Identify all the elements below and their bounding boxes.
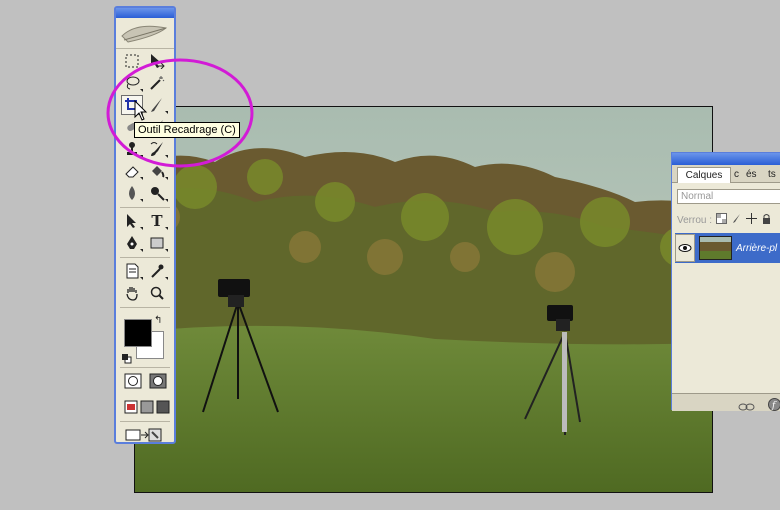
shape-tool[interactable]	[146, 233, 168, 253]
link-layers-icon[interactable]	[738, 397, 756, 416]
toolbox: T ↰	[114, 6, 176, 444]
layer-name: Arrière-pl	[736, 242, 778, 254]
layer-style-icon[interactable]: f	[768, 396, 780, 415]
full-screen-mode-icon[interactable]	[152, 397, 174, 417]
layers-panel-tabs: Calques c és ts	[672, 165, 780, 183]
layers-panel-title-bar[interactable]	[672, 153, 780, 165]
zoom-tool[interactable]	[146, 283, 168, 303]
lock-pixels-icon[interactable]	[731, 213, 742, 227]
lasso-tool[interactable]	[121, 73, 143, 93]
blur-tool[interactable]	[121, 183, 143, 203]
eye-icon[interactable]	[675, 234, 695, 262]
magic-wand-tool[interactable]	[146, 73, 168, 93]
type-tool-glyph: T	[151, 212, 163, 230]
document-canvas[interactable]	[134, 106, 713, 493]
jump-to-imageready-icon[interactable]	[122, 425, 166, 445]
layers-panel-footer: f	[672, 393, 780, 411]
lock-position-icon[interactable]	[746, 213, 758, 227]
hand-tool[interactable]	[121, 283, 143, 303]
layers-panel: Calques c és ts Normal Verrou : Arrière-…	[671, 152, 780, 411]
tool-separator	[120, 257, 170, 258]
feather-logo[interactable]	[116, 18, 174, 49]
eraser-tool[interactable]	[121, 161, 143, 181]
paint-bucket-tool[interactable]	[146, 161, 168, 181]
clone-stamp-tool[interactable]	[121, 139, 143, 159]
pen-tool[interactable]	[121, 233, 143, 253]
quick-mask-mode-icon[interactable]	[147, 371, 169, 391]
crop-tool-tooltip: Outil Recadrage (C)	[134, 122, 240, 138]
eyedropper-tool[interactable]	[146, 261, 168, 281]
notes-tool[interactable]	[121, 261, 143, 281]
swap-colors-icon[interactable]: ↰	[154, 315, 162, 326]
tool-separator	[120, 307, 170, 308]
tab-channels[interactable]: c	[734, 167, 739, 182]
tab-layers[interactable]: Calques	[677, 167, 731, 183]
tool-separator	[120, 207, 170, 208]
history-brush-tool[interactable]	[146, 139, 168, 159]
tab-paths[interactable]: ts	[768, 167, 776, 182]
lock-row: Verrou :	[677, 213, 772, 227]
lock-all-icon[interactable]	[761, 213, 772, 227]
dodge-tool[interactable]	[146, 183, 168, 203]
slice-tool[interactable]	[146, 95, 168, 115]
type-tool[interactable]: T	[146, 211, 168, 231]
lock-label: Verrou :	[677, 214, 713, 226]
layer-thumbnail	[699, 236, 732, 260]
marquee-tool[interactable]	[121, 51, 143, 71]
tab-history[interactable]: és	[746, 167, 757, 182]
move-tool[interactable]	[146, 51, 168, 71]
landscape-photo	[135, 107, 712, 492]
default-colors-icon[interactable]	[122, 349, 132, 368]
foreground-color-swatch[interactable]	[124, 319, 152, 347]
tool-separator	[120, 421, 170, 422]
blend-mode-select[interactable]: Normal	[677, 189, 780, 204]
layer-row[interactable]: Arrière-pl	[675, 233, 780, 263]
tool-separator	[120, 367, 170, 368]
toolbox-title-bar[interactable]	[116, 8, 174, 18]
lock-transparency-icon[interactable]	[716, 213, 728, 227]
standard-mode-icon[interactable]	[122, 371, 144, 391]
path-selection-tool[interactable]	[121, 211, 143, 231]
